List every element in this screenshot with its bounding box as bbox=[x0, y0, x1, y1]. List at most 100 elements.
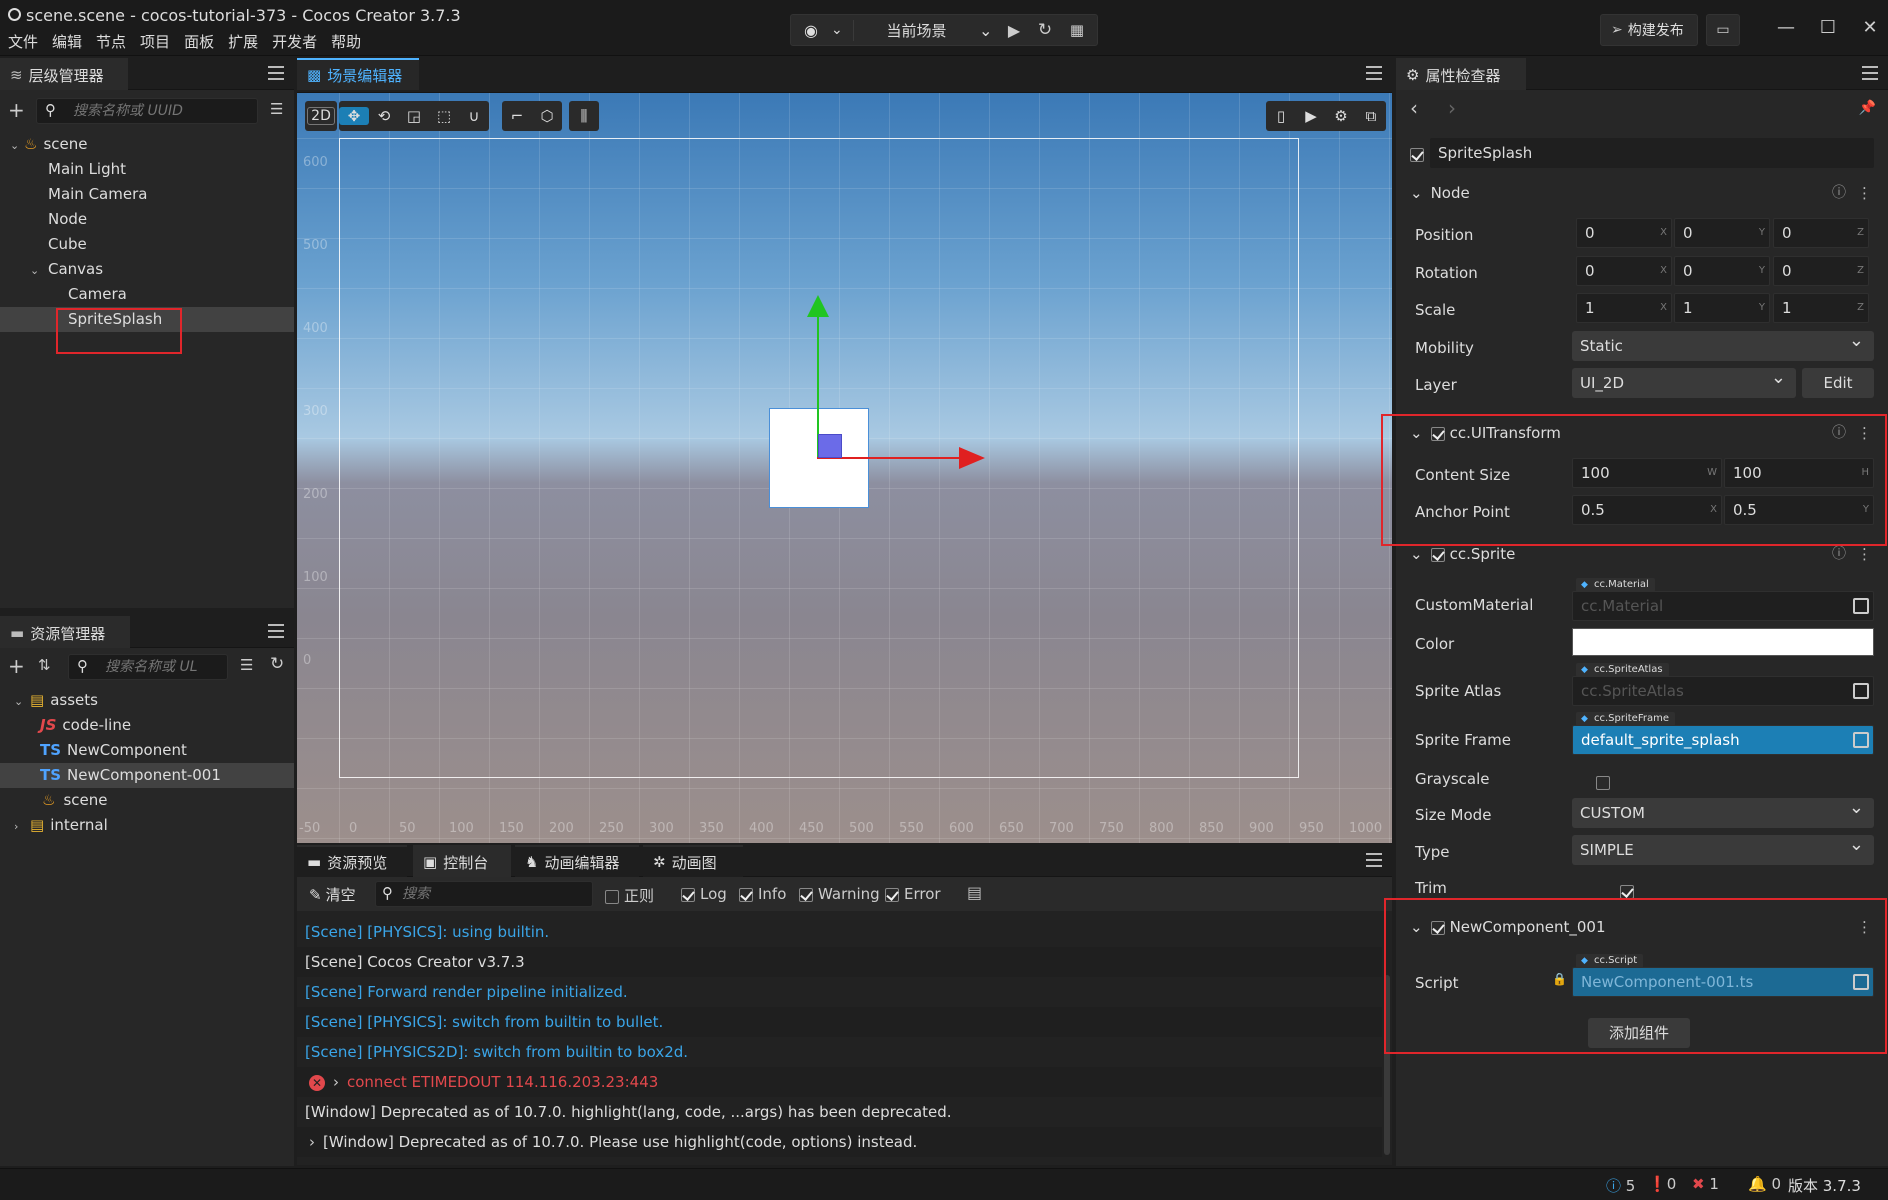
asset-item-newcomponent[interactable]: TS NewComponent bbox=[0, 738, 294, 763]
console-scrollbar[interactable] bbox=[1384, 975, 1390, 1155]
tree-item-spritesplash[interactable]: SpriteSplash bbox=[0, 307, 294, 332]
chevron-down-icon[interactable]: ⌄ bbox=[1410, 918, 1423, 936]
pin-icon[interactable]: 📌 bbox=[1859, 100, 1876, 116]
pick-asset-icon[interactable] bbox=[1853, 683, 1869, 699]
clear-button[interactable]: ✎ 清空 bbox=[309, 884, 356, 905]
add-node-icon[interactable]: + bbox=[8, 98, 25, 122]
position-y-field[interactable]: 0Y bbox=[1674, 218, 1770, 248]
rotate-tool-icon[interactable]: ⟲ bbox=[369, 107, 399, 125]
log-checkbox[interactable] bbox=[681, 887, 695, 902]
expand-icon[interactable]: › bbox=[333, 1073, 339, 1091]
move-tool-icon[interactable]: ✥ bbox=[339, 107, 369, 125]
chevron-down-icon[interactable]: ⌄ bbox=[1410, 184, 1423, 202]
gizmo-x-arrow-icon[interactable] bbox=[959, 447, 985, 469]
hierarchy-search-input[interactable] bbox=[37, 99, 257, 123]
align-icon[interactable]: ⫼ bbox=[569, 107, 599, 125]
warning-checkbox[interactable] bbox=[799, 887, 813, 902]
chevron-right-icon[interactable]: › bbox=[14, 814, 26, 839]
sort-assets-icon[interactable]: ⇅ bbox=[38, 656, 51, 674]
maximize-button[interactable]: ☐ bbox=[1814, 14, 1842, 42]
chevron-down-icon[interactable]: ⌄ bbox=[1410, 424, 1423, 442]
regex-checkbox[interactable] bbox=[605, 889, 619, 904]
play-icon[interactable]: ▶ bbox=[999, 21, 1029, 40]
anchor-y-field[interactable]: 0.5 Y bbox=[1724, 495, 1874, 525]
open-folder-button[interactable]: ▭ bbox=[1706, 14, 1740, 46]
add-component-button[interactable]: 添加组件 bbox=[1588, 1018, 1690, 1048]
menu-project[interactable]: 项目 bbox=[140, 31, 170, 52]
error-count[interactable]: ✖ 1 bbox=[1692, 1175, 1719, 1193]
chevron-down-icon[interactable]: ⌄ bbox=[14, 689, 26, 714]
asset-item-newcomponent-001[interactable]: TS NewComponent-001 bbox=[0, 763, 294, 788]
local-global-icon[interactable]: ⬡ bbox=[532, 107, 562, 125]
console-menu-icon[interactable] bbox=[1366, 853, 1382, 867]
gizmo-center-handle[interactable] bbox=[818, 434, 842, 458]
scale-z-field[interactable]: 1Z bbox=[1773, 293, 1869, 323]
tree-item-camera[interactable]: Camera bbox=[0, 282, 294, 307]
menu-node[interactable]: 节点 bbox=[96, 31, 126, 52]
scene-settings-icon[interactable]: ⧉ bbox=[1356, 107, 1386, 125]
info-count[interactable]: ⓘ 5 bbox=[1606, 1175, 1635, 1196]
node-section-header[interactable]: ⌄ Node ⓘ ⋮ bbox=[1396, 176, 1888, 210]
more-icon[interactable]: ⋮ bbox=[1857, 910, 1872, 944]
scene-editor-menu-icon[interactable] bbox=[1366, 66, 1382, 80]
error-filter[interactable]: Error bbox=[885, 885, 941, 903]
sprite-enabled-checkbox[interactable] bbox=[1430, 547, 1445, 562]
more-icon[interactable]: ⋮ bbox=[1857, 416, 1872, 450]
back-icon[interactable]: ‹ bbox=[1410, 96, 1418, 120]
log-filter[interactable]: Log bbox=[681, 885, 727, 903]
tab-asset-preview[interactable]: ▬ 资源预览 bbox=[297, 845, 407, 877]
tab-scene-editor[interactable]: ▩ 场景编辑器 bbox=[297, 58, 419, 90]
content-size-h-field[interactable]: 100 H bbox=[1724, 458, 1874, 488]
platform-dropdown-icon[interactable]: ⌄ bbox=[831, 22, 853, 38]
sprite-header[interactable]: ⌄ cc.Sprite ⓘ ⋮ bbox=[1396, 537, 1888, 571]
info-checkbox[interactable] bbox=[739, 887, 753, 902]
tree-item-main-light[interactable]: Main Light bbox=[0, 157, 294, 182]
rotation-y-field[interactable]: 0Y bbox=[1674, 256, 1770, 286]
tab-animation-graph[interactable]: ✲ 动画图 bbox=[643, 845, 743, 877]
asset-item-assets[interactable]: ⌄ ▤ assets bbox=[0, 688, 294, 713]
mobility-select[interactable]: Static bbox=[1572, 326, 1874, 361]
hierarchy-menu-icon[interactable] bbox=[268, 66, 284, 80]
tree-item-scene[interactable]: ⌄ ♨ scene bbox=[0, 132, 294, 157]
newcomponent-header[interactable]: ⌄ NewComponent_001 ⋮ bbox=[1396, 910, 1888, 944]
layer-edit-button[interactable]: Edit bbox=[1802, 368, 1874, 398]
tree-item-node[interactable]: Node bbox=[0, 207, 294, 232]
grayscale-checkbox[interactable] bbox=[1596, 775, 1611, 790]
gizmo-y-arrow-icon[interactable] bbox=[807, 295, 829, 317]
size-mode-select[interactable]: CUSTOM bbox=[1572, 793, 1874, 828]
trim-checkbox[interactable] bbox=[1620, 884, 1635, 899]
chevron-down-icon[interactable]: ⌄ bbox=[30, 258, 42, 283]
pick-asset-icon[interactable] bbox=[1853, 732, 1869, 748]
help-icon[interactable]: ⓘ bbox=[1832, 537, 1846, 571]
warning-count[interactable]: ❗0 bbox=[1648, 1175, 1676, 1193]
gear-icon[interactable]: ⚙ bbox=[1326, 107, 1356, 125]
build-button[interactable]: ➢ 构建发布 bbox=[1600, 14, 1698, 46]
error-checkbox[interactable] bbox=[885, 887, 899, 902]
assets-search-input[interactable] bbox=[69, 655, 227, 679]
script-field[interactable]: NewComponent-001.ts bbox=[1572, 967, 1874, 997]
uitransform-enabled-checkbox[interactable] bbox=[1430, 426, 1445, 441]
more-icon[interactable]: ⋮ bbox=[1857, 176, 1872, 210]
scale-tool-icon[interactable]: ◲ bbox=[399, 107, 429, 125]
refresh-icon[interactable]: ↻ bbox=[270, 654, 284, 674]
list-view-icon[interactable]: ☰ bbox=[240, 656, 253, 674]
assets-search[interactable]: ⚲ bbox=[68, 654, 228, 680]
warning-log-line[interactable]: › [Window] Deprecated as of 10.7.0. Pleas… bbox=[297, 1127, 1382, 1157]
position-x-field[interactable]: 0X bbox=[1576, 218, 1672, 248]
expand-icon[interactable]: › bbox=[309, 1133, 315, 1151]
node-name-field[interactable]: SpriteSplash bbox=[1430, 138, 1874, 168]
type-select[interactable]: SIMPLE bbox=[1572, 830, 1874, 865]
pick-asset-icon[interactable] bbox=[1853, 974, 1869, 990]
asset-item-code-line[interactable]: JS code-line bbox=[0, 713, 294, 738]
anchor-x-field[interactable]: 0.5 X bbox=[1572, 495, 1722, 525]
tab-console[interactable]: ▣ 控制台 bbox=[413, 845, 511, 877]
chevron-down-icon[interactable]: ⌄ bbox=[1410, 545, 1423, 563]
chevron-down-icon[interactable]: ⌄ bbox=[10, 133, 22, 158]
console-search[interactable]: ⚲ bbox=[375, 881, 593, 907]
tab-assets[interactable]: ▬ 资源管理器 bbox=[0, 616, 130, 648]
rotation-x-field[interactable]: 0X bbox=[1576, 256, 1672, 286]
content-size-w-field[interactable]: 100 W bbox=[1572, 458, 1722, 488]
tree-item-main-camera[interactable]: Main Camera bbox=[0, 182, 294, 207]
tree-item-cube[interactable]: Cube bbox=[0, 232, 294, 257]
pivot-icon[interactable]: ⌐ bbox=[502, 107, 532, 125]
